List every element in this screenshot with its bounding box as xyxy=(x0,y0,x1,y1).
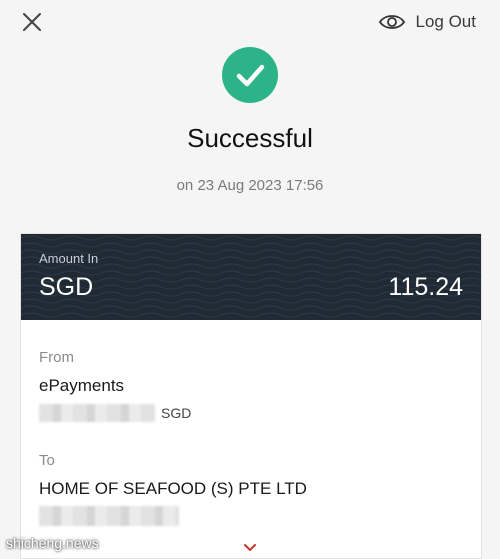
from-account-currency: SGD xyxy=(161,405,192,421)
chevron-down-icon xyxy=(244,544,256,551)
redacted-account-number xyxy=(39,404,155,422)
amount-value: 115.24 xyxy=(388,273,463,301)
check-circle-icon xyxy=(222,47,278,103)
close-icon xyxy=(23,13,41,31)
amount-currency: SGD xyxy=(39,273,94,301)
amount-header: Amount In SGD 115.24 xyxy=(21,234,481,320)
from-label: From xyxy=(39,349,74,366)
from-name: ePayments xyxy=(39,376,125,395)
logout-button[interactable]: Log Out xyxy=(378,10,477,34)
transaction-card: Amount In SGD 115.24 From ePayments SGD … xyxy=(20,233,482,559)
to-name: HOME OF SEAFOOD (S) PTE LTD xyxy=(39,479,307,498)
status-title: Successful xyxy=(187,123,313,153)
amount-label: Amount In xyxy=(39,251,99,266)
logout-label: Log Out xyxy=(415,12,477,31)
eye-icon xyxy=(378,15,405,29)
close-button[interactable] xyxy=(20,10,44,34)
status-date: on 23 Aug 2023 17:56 xyxy=(176,177,324,194)
watermark: shicheng.news xyxy=(6,535,99,551)
redacted-recipient-account xyxy=(39,506,179,526)
to-label: To xyxy=(39,452,55,469)
